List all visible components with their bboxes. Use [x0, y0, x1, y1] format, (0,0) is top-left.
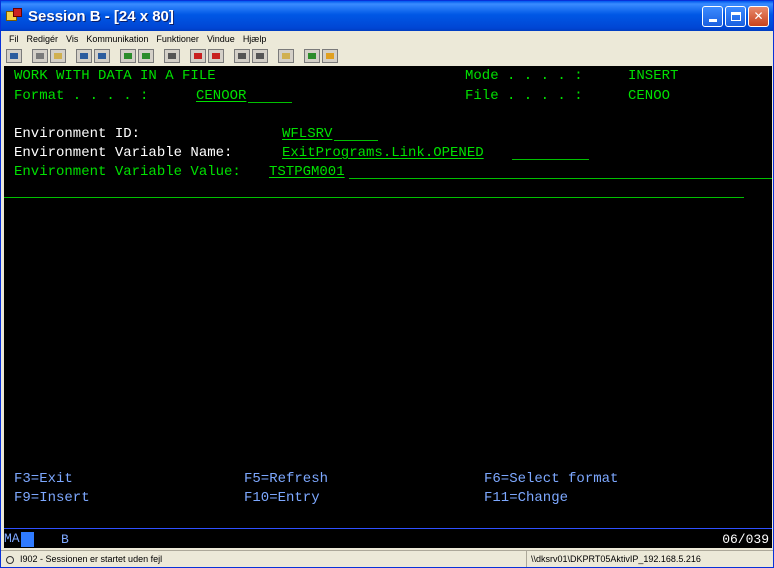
fkey-f11[interactable]: F11=Change	[484, 490, 568, 506]
fkey-f9[interactable]: F9=Insert	[14, 490, 90, 506]
status-bar: I902 - Sessionen er startet uden fejl \\…	[1, 550, 773, 567]
fkey-f3[interactable]: F3=Exit	[14, 471, 73, 487]
maximize-icon	[730, 11, 741, 21]
minimize-icon	[708, 18, 717, 22]
env-id-label: Environment ID:	[14, 126, 141, 142]
env-var-value-field[interactable]: TSTPGM001	[269, 164, 345, 180]
format-field-underline	[248, 102, 292, 103]
close-icon: ✕	[753, 9, 764, 23]
macro-icon[interactable]	[164, 49, 180, 63]
menu-hjaelp[interactable]: Hjælp	[243, 34, 267, 44]
menu-bar: Fil Redigér Vis Kommunikation Funktioner…	[1, 31, 773, 46]
title-bar[interactable]: Session B - [24 x 80] ✕	[1, 1, 773, 31]
print-screen-icon[interactable]	[6, 49, 22, 63]
maximize-button[interactable]	[725, 5, 746, 27]
fkey-f10[interactable]: F10=Entry	[244, 490, 320, 506]
cursor-position: 06/039	[722, 532, 769, 547]
env-id-field[interactable]: WFLSRV	[282, 126, 332, 142]
status-message: I902 - Sessionen er startet uden fejl	[20, 554, 163, 564]
input-cursor-indicator	[21, 532, 34, 547]
mode-label: Mode . . . . :	[465, 68, 583, 84]
window-title: Session B - [24 x 80]	[28, 7, 174, 25]
file-value: CENOO	[628, 88, 671, 104]
menu-kommunikation[interactable]: Kommunikation	[86, 34, 148, 44]
stop-icon[interactable]	[208, 49, 224, 63]
menu-vis[interactable]: Vis	[66, 34, 78, 44]
mode-value: INSERT	[628, 68, 679, 84]
menu-funktioner[interactable]: Funktioner	[156, 34, 199, 44]
format-label: Format . . . . :	[14, 88, 149, 104]
menu-vindue[interactable]: Vindue	[207, 34, 235, 44]
pencil-icon[interactable]	[322, 49, 338, 63]
play-icon[interactable]	[234, 49, 250, 63]
session-app-icon	[6, 8, 24, 24]
paste-icon[interactable]	[50, 49, 66, 63]
env-var-name-field-underline	[512, 159, 589, 160]
receive-icon[interactable]	[94, 49, 110, 63]
keyboard-icon[interactable]	[138, 49, 154, 63]
format-value: CENOOR	[196, 88, 247, 104]
oia-session: B	[61, 532, 69, 547]
env-var-value-label: Environment Variable Value:	[14, 164, 241, 180]
file-label: File . . . . :	[465, 88, 583, 104]
connection-status-icon	[6, 554, 16, 564]
screen-title: WORK WITH DATA IN A FILE	[14, 68, 216, 84]
operator-info-area: MA B 06/039	[4, 528, 772, 548]
edit-macro-icon[interactable]	[252, 49, 268, 63]
oia-mode: MA	[4, 531, 20, 546]
emulator-window: Session B - [24 x 80] ✕ Fil Redigér Vis …	[0, 0, 774, 568]
display-icon[interactable]	[120, 49, 136, 63]
env-var-value-field-underline-2	[4, 197, 744, 198]
globe-icon[interactable]	[304, 49, 320, 63]
env-id-field-underline	[334, 140, 378, 141]
record-icon[interactable]	[190, 49, 206, 63]
env-var-value-field-underline-1	[349, 178, 772, 179]
connection-info: \\dksrv01\DKPRT05AktivIP_192.168.5.216	[526, 551, 773, 567]
env-var-name-label: Environment Variable Name:	[14, 145, 233, 161]
menu-rediger[interactable]: Redigér	[27, 34, 59, 44]
close-button[interactable]: ✕	[748, 5, 769, 27]
help-icon[interactable]	[278, 49, 294, 63]
fkey-f5[interactable]: F5=Refresh	[244, 471, 328, 487]
menu-fil[interactable]: Fil	[9, 34, 19, 44]
toolbar	[1, 47, 773, 65]
minimize-button[interactable]	[702, 5, 723, 27]
copy-icon[interactable]	[32, 49, 48, 63]
env-var-name-field[interactable]: ExitPrograms.Link.OPENED	[282, 145, 484, 161]
fkey-f6[interactable]: F6=Select format	[484, 471, 618, 487]
send-icon[interactable]	[76, 49, 92, 63]
terminal-screen[interactable]: WORK WITH DATA IN A FILE Mode . . . . : …	[4, 66, 772, 528]
